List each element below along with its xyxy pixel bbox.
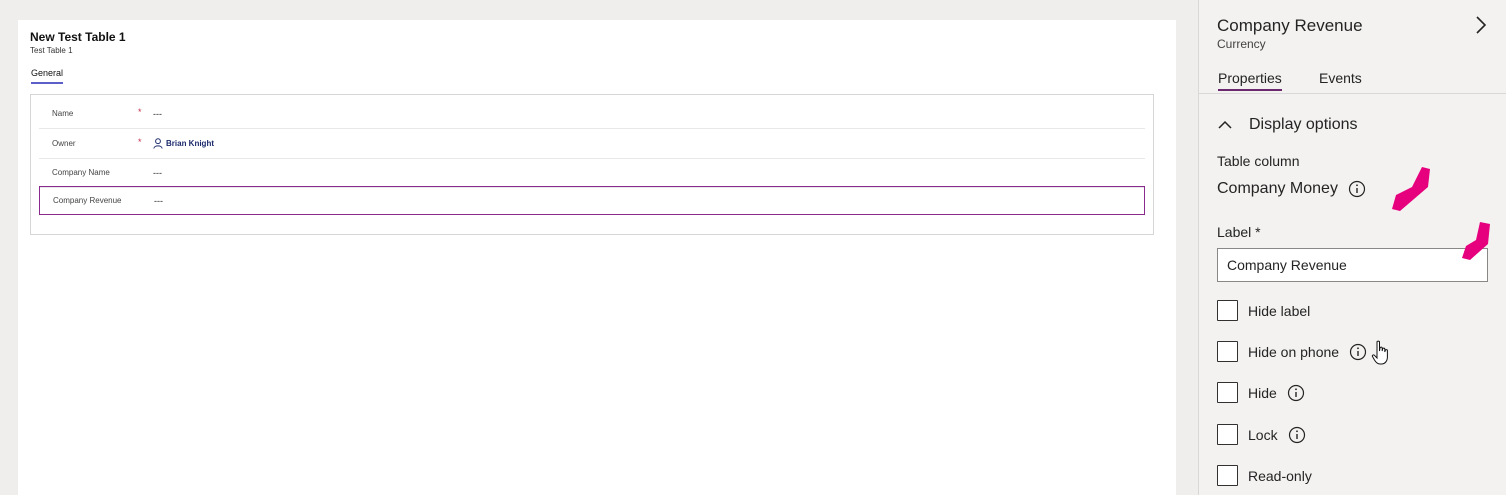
checkbox-label: Read-only (1248, 467, 1312, 484)
checkbox-box[interactable] (1217, 424, 1238, 445)
panel-title: Company Revenue (1217, 16, 1363, 35)
form-canvas: New Test Table 1 Test Table 1 General Na… (18, 20, 1176, 495)
section-title: Display options (1249, 116, 1358, 133)
checkbox-label: Lock (1248, 426, 1278, 443)
checkbox-box[interactable] (1217, 382, 1238, 403)
info-icon[interactable] (1349, 343, 1367, 361)
tab-properties[interactable]: Properties (1218, 70, 1282, 91)
annotation-mark (1392, 167, 1430, 211)
display-options-toggle[interactable]: Display options (1217, 116, 1358, 134)
owner-name: Brian Knight (166, 139, 214, 148)
field-label: Company Name (52, 168, 110, 177)
field-value: --- (154, 196, 163, 206)
table-column-value: Company Money (1217, 180, 1338, 197)
tab-events[interactable]: Events (1319, 70, 1362, 86)
tab-divider (1199, 93, 1506, 94)
field-name[interactable]: Name * --- (39, 100, 1145, 129)
owner-lookup[interactable]: Brian Knight (153, 138, 214, 149)
read-only-checkbox[interactable]: Read-only (1217, 465, 1312, 486)
label-input[interactable] (1217, 248, 1488, 282)
form-section: Name * --- Owner * Brian Knight Company … (30, 94, 1154, 235)
checkbox-label: Hide label (1248, 302, 1311, 319)
field-value: --- (153, 168, 162, 178)
field-label: Name (52, 109, 74, 118)
annotation-mark (1462, 222, 1490, 260)
chevron-right-icon (1476, 16, 1487, 34)
checkbox-label: Hide on phone (1248, 343, 1340, 360)
checkbox-box[interactable] (1217, 300, 1238, 321)
field-value: --- (153, 109, 162, 119)
info-icon[interactable] (1288, 426, 1306, 444)
field-owner[interactable]: Owner * Brian Knight (39, 130, 1145, 159)
required-marker: * (138, 107, 142, 117)
panel-subtitle: Currency (1217, 37, 1266, 51)
chevron-up-icon (1218, 120, 1232, 129)
table-column-label: Table column (1217, 153, 1300, 169)
form-title: New Test Table 1 (30, 30, 126, 44)
table-column-value-row: Company Money (1217, 180, 1366, 198)
field-label: Company Revenue (53, 196, 122, 205)
collapse-panel-button[interactable] (1471, 14, 1491, 36)
hide-checkbox[interactable]: Hide (1217, 382, 1305, 403)
checkbox-label: Hide (1248, 384, 1277, 401)
field-company-revenue[interactable]: Company Revenue --- (39, 186, 1145, 215)
tab-general[interactable]: General (31, 68, 64, 84)
hide-on-phone-checkbox[interactable]: Hide on phone (1217, 341, 1367, 362)
hand-cursor-icon (1371, 340, 1388, 365)
person-icon (153, 138, 163, 149)
required-marker: * (138, 137, 142, 147)
checkbox-box[interactable] (1217, 465, 1238, 486)
hide-label-checkbox[interactable]: Hide label (1217, 300, 1310, 321)
info-icon[interactable] (1287, 384, 1305, 402)
checkbox-box[interactable] (1217, 341, 1238, 362)
label-field-title: Label * (1217, 224, 1261, 240)
form-subtitle: Test Table 1 (30, 46, 73, 55)
field-company-name[interactable]: Company Name --- (39, 159, 1145, 188)
lock-checkbox[interactable]: Lock (1217, 424, 1306, 445)
field-label: Owner (52, 139, 76, 148)
info-icon[interactable] (1348, 180, 1366, 198)
